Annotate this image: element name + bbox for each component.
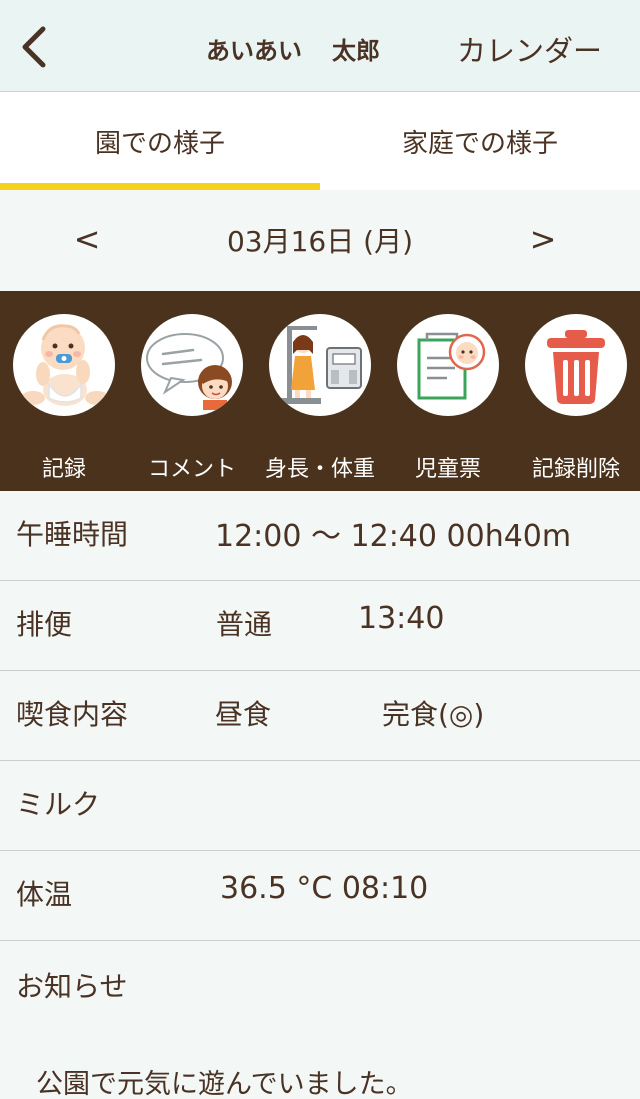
tab-nursery[interactable]: 園での様子 [0,92,320,190]
record-list: 午睡時間 12:00 〜 12:40 00h40m 排便 普通 13:40 喫食… [0,491,640,1059]
child-record-sheet-icon [397,314,499,416]
back-button[interactable] [12,22,56,72]
milk-row[interactable]: ミルク [0,761,640,851]
child-record-label: 児童票 [414,457,481,482]
meal-type: 昼食 [215,698,272,731]
height-weight-button[interactable]: 身長・体重 [256,291,384,491]
app-header: あいあい 太郎 カレンダー [0,0,640,92]
temperature-value: 36.5 °C 08:10 [220,871,429,906]
current-date: 03月16日 (月) [226,225,413,258]
child-first-name: あいあい [206,36,302,65]
tab-home[interactable]: 家庭での様子 [320,92,640,190]
comment-label: コメント [147,457,236,482]
trash-icon [525,314,627,416]
previous-day-button[interactable]: < [62,214,112,264]
nap-label: 午睡時間 [16,518,129,551]
milk-label: ミルク [16,788,101,821]
baby-icon [13,314,115,416]
temperature-label: 体温 [16,878,73,911]
child-name: あいあい 太郎 [206,30,380,66]
delete-record-button[interactable]: 記録削除 [512,291,640,491]
comment-button[interactable]: コメント [128,291,256,491]
stool-label: 排便 [16,608,73,641]
stool-row[interactable]: 排便 普通 13:40 [0,581,640,671]
notice-label: お知らせ [16,970,128,1003]
comment-bubble-icon [141,314,243,416]
height-weight-label: 身長・体重 [264,457,375,482]
chevron-left-icon [22,26,46,68]
meal-label: 喫食内容 [16,698,129,731]
nap-value: 12:00 〜 12:40 00h40m [215,519,572,554]
child-record-button[interactable]: 児童票 [384,291,512,491]
next-day-button[interactable]: > [518,214,568,264]
child-last-name: 太郎 [332,36,380,65]
temperature-row[interactable]: 体温 36.5 °C 08:10 [0,851,640,941]
record-button[interactable]: 記録 [0,291,128,491]
height-weight-icon [269,314,371,416]
stool-time: 13:40 [358,601,445,636]
notice-section: お知らせ [0,941,640,1059]
date-navigator: < 03月16日 (月) > [0,190,640,291]
notice-text: 公園で元気に遊んでいました。 [36,1069,413,1099]
nap-row[interactable]: 午睡時間 12:00 〜 12:40 00h40m [0,491,640,581]
tab-bar: 園での様子 家庭での様子 [0,92,640,190]
stool-state: 普通 [216,608,273,641]
calendar-button[interactable]: カレンダー [457,28,602,70]
meal-amount: 完食(◎) [382,698,485,731]
meal-row[interactable]: 喫食内容 昼食 完食(◎) [0,671,640,761]
delete-record-label: 記録削除 [531,457,620,482]
action-bar: 記録 コメント 身長・体重 児童票 記録削除 [0,291,640,491]
